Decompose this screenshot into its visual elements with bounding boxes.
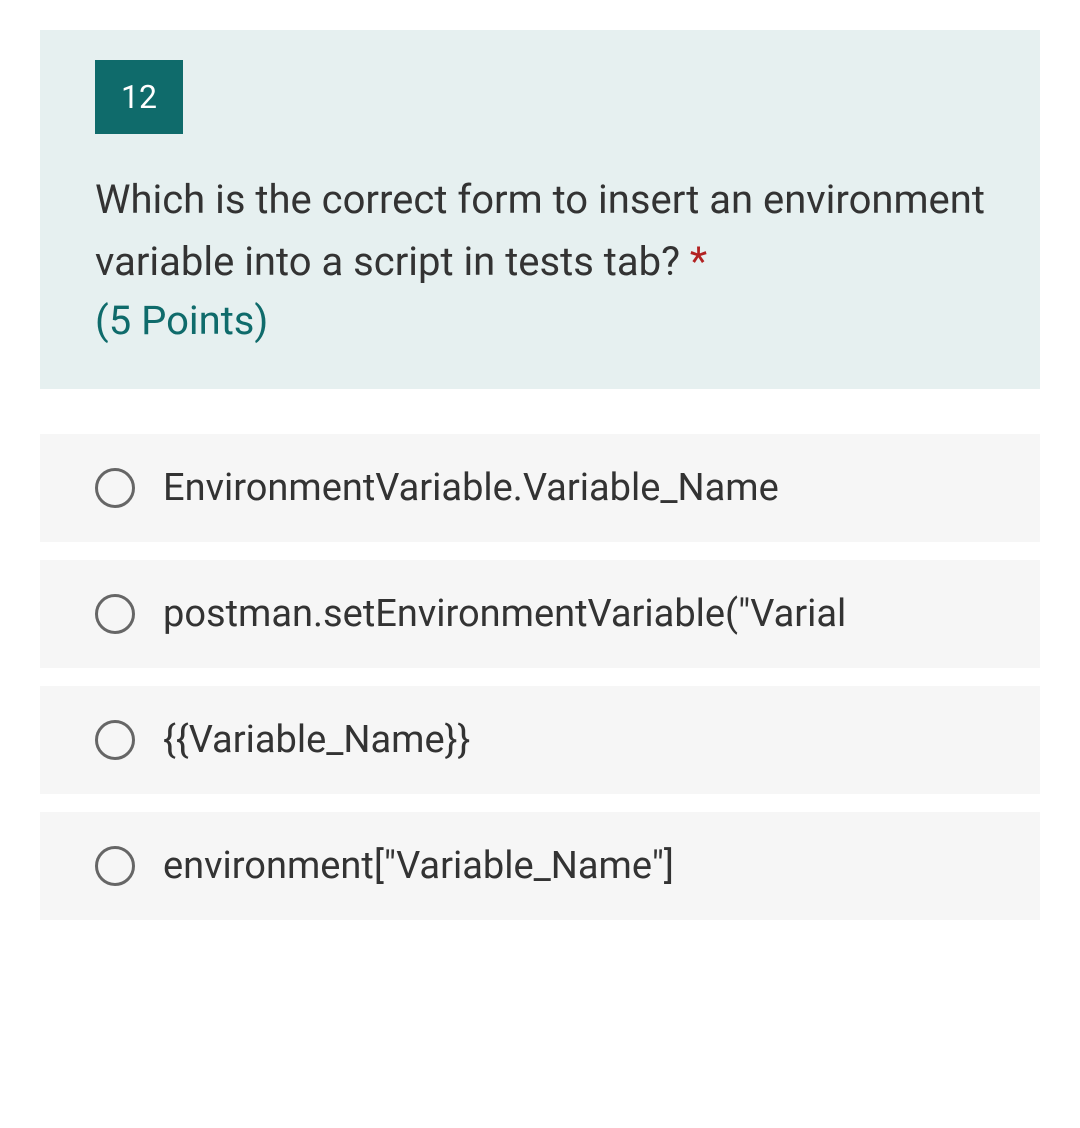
radio-icon [95, 468, 135, 508]
question-text-content: Which is the correct form to insert an e… [95, 176, 985, 285]
option-2-label: postman.setEnvironmentVariable("Varial [163, 592, 846, 636]
radio-icon [95, 594, 135, 634]
question-points: (5 Points) [95, 297, 985, 344]
radio-icon [95, 720, 135, 760]
option-4-label: environment["Variable_Name"] [163, 844, 674, 888]
option-3-label: {{Variable_Name}} [163, 718, 470, 762]
option-2[interactable]: postman.setEnvironmentVariable("Varial [40, 560, 1040, 668]
question-text: Which is the correct form to insert an e… [95, 169, 985, 293]
question-number-badge: 12 [95, 60, 183, 134]
required-star: * [690, 238, 707, 285]
option-1-label: EnvironmentVariable.Variable_Name [163, 466, 779, 510]
question-header: 12 Which is the correct form to insert a… [40, 30, 1040, 389]
options-list: EnvironmentVariable.Variable_Name postma… [40, 434, 1040, 920]
radio-icon [95, 846, 135, 886]
option-3[interactable]: {{Variable_Name}} [40, 686, 1040, 794]
option-1[interactable]: EnvironmentVariable.Variable_Name [40, 434, 1040, 542]
option-4[interactable]: environment["Variable_Name"] [40, 812, 1040, 920]
